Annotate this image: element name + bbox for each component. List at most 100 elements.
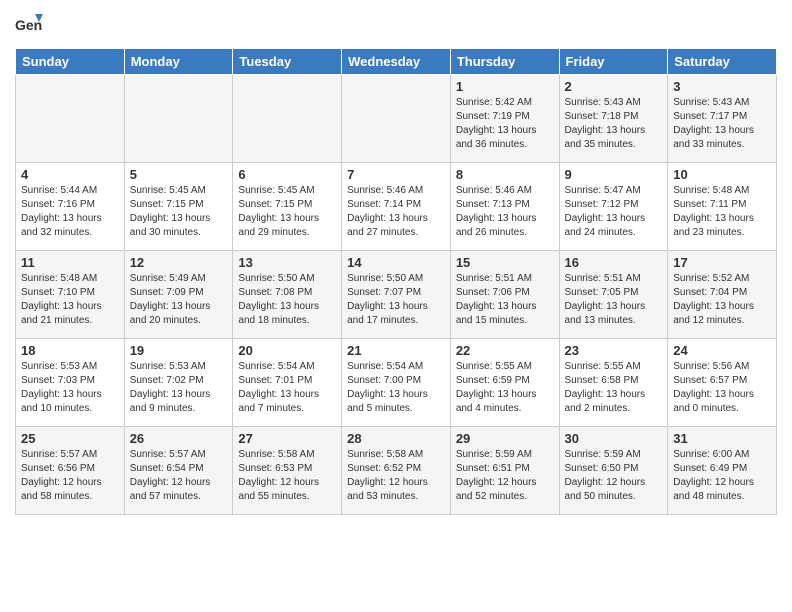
day-info: Sunrise: 5:43 AMSunset: 7:18 PMDaylight:… — [565, 96, 663, 152]
logo-icon: Gen — [15, 10, 43, 38]
day-info: Sunrise: 5:45 AMSunset: 7:15 PMDaylight:… — [238, 184, 336, 240]
day-number: 16 — [565, 255, 663, 270]
day-number: 31 — [673, 431, 771, 446]
calendar-cell: 22 Sunrise: 5:55 AMSunset: 6:59 PMDayligh… — [450, 339, 559, 427]
day-info: Sunrise: 5:44 AMSunset: 7:16 PMDaylight:… — [21, 184, 119, 240]
calendar-cell: 5 Sunrise: 5:45 AMSunset: 7:15 PMDaylight… — [124, 163, 233, 251]
day-number: 4 — [21, 167, 119, 182]
column-header-monday: Monday — [124, 49, 233, 75]
day-info: Sunrise: 5:57 AMSunset: 6:54 PMDaylight:… — [130, 448, 228, 504]
calendar-cell: 27 Sunrise: 5:58 AMSunset: 6:53 PMDayligh… — [233, 427, 342, 515]
calendar-cell: 11 Sunrise: 5:48 AMSunset: 7:10 PMDayligh… — [16, 251, 125, 339]
calendar-table: SundayMondayTuesdayWednesdayThursdayFrid… — [15, 48, 777, 515]
page-header: Gen — [15, 10, 777, 38]
calendar-cell: 25 Sunrise: 5:57 AMSunset: 6:56 PMDayligh… — [16, 427, 125, 515]
calendar-cell: 30 Sunrise: 5:59 AMSunset: 6:50 PMDayligh… — [559, 427, 668, 515]
day-number: 28 — [347, 431, 445, 446]
calendar-week-row: 18Sunrise: 5:53 AMSunset: 7:03 PMDayligh… — [16, 339, 777, 427]
column-header-sunday: Sunday — [16, 49, 125, 75]
day-number: 14 — [347, 255, 445, 270]
day-number: 23 — [565, 343, 663, 358]
calendar-cell: 18Sunrise: 5:53 AMSunset: 7:03 PMDayligh… — [16, 339, 125, 427]
day-number: 22 — [456, 343, 554, 358]
day-info: Sunrise: 6:00 AMSunset: 6:49 PMDaylight:… — [673, 448, 771, 504]
calendar-header-row: SundayMondayTuesdayWednesdayThursdayFrid… — [16, 49, 777, 75]
calendar-cell: 14Sunrise: 5:50 AMSunset: 7:07 PMDayligh… — [342, 251, 451, 339]
calendar-cell: 4 Sunrise: 5:44 AMSunset: 7:16 PMDaylight… — [16, 163, 125, 251]
day-info: Sunrise: 5:50 AMSunset: 7:08 PMDaylight:… — [238, 272, 336, 328]
calendar-cell: 1 Sunrise: 5:42 AMSunset: 7:19 PMDaylight… — [450, 75, 559, 163]
day-number: 8 — [456, 167, 554, 182]
calendar-cell: 3Sunrise: 5:43 AMSunset: 7:17 PMDaylight… — [668, 75, 777, 163]
day-info: Sunrise: 5:48 AMSunset: 7:11 PMDaylight:… — [673, 184, 771, 240]
day-info: Sunrise: 5:58 AMSunset: 6:53 PMDaylight:… — [238, 448, 336, 504]
day-info: Sunrise: 5:48 AMSunset: 7:10 PMDaylight:… — [21, 272, 119, 328]
column-header-saturday: Saturday — [668, 49, 777, 75]
day-info: Sunrise: 5:59 AMSunset: 6:51 PMDaylight:… — [456, 448, 554, 504]
column-header-wednesday: Wednesday — [342, 49, 451, 75]
day-number: 20 — [238, 343, 336, 358]
calendar-cell: 19 Sunrise: 5:53 AMSunset: 7:02 PMDayligh… — [124, 339, 233, 427]
column-header-thursday: Thursday — [450, 49, 559, 75]
day-info: Sunrise: 5:42 AMSunset: 7:19 PMDaylight:… — [456, 96, 554, 152]
day-number: 3 — [673, 79, 771, 94]
day-info: Sunrise: 5:59 AMSunset: 6:50 PMDaylight:… — [565, 448, 663, 504]
calendar-cell: 10 Sunrise: 5:48 AMSunset: 7:11 PMDayligh… — [668, 163, 777, 251]
day-number: 21 — [347, 343, 445, 358]
day-info: Sunrise: 5:58 AMSunset: 6:52 PMDaylight:… — [347, 448, 445, 504]
day-number: 19 — [130, 343, 228, 358]
calendar-cell — [124, 75, 233, 163]
calendar-week-row: 1 Sunrise: 5:42 AMSunset: 7:19 PMDaylight… — [16, 75, 777, 163]
calendar-cell: 21 Sunrise: 5:54 AMSunset: 7:00 PMDayligh… — [342, 339, 451, 427]
calendar-cell: 6 Sunrise: 5:45 AMSunset: 7:15 PMDaylight… — [233, 163, 342, 251]
day-info: Sunrise: 5:56 AMSunset: 6:57 PMDaylight:… — [673, 360, 771, 416]
day-info: Sunrise: 5:46 AMSunset: 7:13 PMDaylight:… — [456, 184, 554, 240]
calendar-cell: 16 Sunrise: 5:51 AMSunset: 7:05 PMDayligh… — [559, 251, 668, 339]
day-number: 25 — [21, 431, 119, 446]
day-number: 17 — [673, 255, 771, 270]
day-number: 13 — [238, 255, 336, 270]
day-info: Sunrise: 5:49 AMSunset: 7:09 PMDaylight:… — [130, 272, 228, 328]
day-number: 2 — [565, 79, 663, 94]
day-info: Sunrise: 5:46 AMSunset: 7:14 PMDaylight:… — [347, 184, 445, 240]
day-info: Sunrise: 5:45 AMSunset: 7:15 PMDaylight:… — [130, 184, 228, 240]
calendar-cell: 13 Sunrise: 5:50 AMSunset: 7:08 PMDayligh… — [233, 251, 342, 339]
day-number: 18 — [21, 343, 119, 358]
day-number: 26 — [130, 431, 228, 446]
day-number: 27 — [238, 431, 336, 446]
day-number: 6 — [238, 167, 336, 182]
day-number: 10 — [673, 167, 771, 182]
calendar-cell: 17 Sunrise: 5:52 AMSunset: 7:04 PMDayligh… — [668, 251, 777, 339]
column-header-friday: Friday — [559, 49, 668, 75]
day-info: Sunrise: 5:52 AMSunset: 7:04 PMDaylight:… — [673, 272, 771, 328]
calendar-cell: 24 Sunrise: 5:56 AMSunset: 6:57 PMDayligh… — [668, 339, 777, 427]
day-number: 12 — [130, 255, 228, 270]
day-info: Sunrise: 5:54 AMSunset: 7:00 PMDaylight:… — [347, 360, 445, 416]
calendar-cell: 26 Sunrise: 5:57 AMSunset: 6:54 PMDayligh… — [124, 427, 233, 515]
calendar-cell: 31 Sunrise: 6:00 AMSunset: 6:49 PMDayligh… — [668, 427, 777, 515]
calendar-cell: 9 Sunrise: 5:47 AMSunset: 7:12 PMDaylight… — [559, 163, 668, 251]
calendar-cell: 23Sunrise: 5:55 AMSunset: 6:58 PMDayligh… — [559, 339, 668, 427]
day-number: 11 — [21, 255, 119, 270]
day-number: 1 — [456, 79, 554, 94]
day-info: Sunrise: 5:51 AMSunset: 7:06 PMDaylight:… — [456, 272, 554, 328]
day-info: Sunrise: 5:54 AMSunset: 7:01 PMDaylight:… — [238, 360, 336, 416]
calendar-week-row: 11 Sunrise: 5:48 AMSunset: 7:10 PMDayligh… — [16, 251, 777, 339]
day-number: 24 — [673, 343, 771, 358]
day-info: Sunrise: 5:53 AMSunset: 7:02 PMDaylight:… — [130, 360, 228, 416]
day-number: 9 — [565, 167, 663, 182]
day-number: 7 — [347, 167, 445, 182]
day-info: Sunrise: 5:57 AMSunset: 6:56 PMDaylight:… — [21, 448, 119, 504]
calendar-cell: 28 Sunrise: 5:58 AMSunset: 6:52 PMDayligh… — [342, 427, 451, 515]
day-number: 5 — [130, 167, 228, 182]
day-info: Sunrise: 5:55 AMSunset: 6:59 PMDaylight:… — [456, 360, 554, 416]
day-number: 29 — [456, 431, 554, 446]
calendar-cell: 12 Sunrise: 5:49 AMSunset: 7:09 PMDayligh… — [124, 251, 233, 339]
day-info: Sunrise: 5:47 AMSunset: 7:12 PMDaylight:… — [565, 184, 663, 240]
day-number: 15 — [456, 255, 554, 270]
calendar-cell: 29 Sunrise: 5:59 AMSunset: 6:51 PMDayligh… — [450, 427, 559, 515]
day-number: 30 — [565, 431, 663, 446]
calendar-week-row: 4 Sunrise: 5:44 AMSunset: 7:16 PMDaylight… — [16, 163, 777, 251]
calendar-week-row: 25 Sunrise: 5:57 AMSunset: 6:56 PMDayligh… — [16, 427, 777, 515]
day-info: Sunrise: 5:51 AMSunset: 7:05 PMDaylight:… — [565, 272, 663, 328]
